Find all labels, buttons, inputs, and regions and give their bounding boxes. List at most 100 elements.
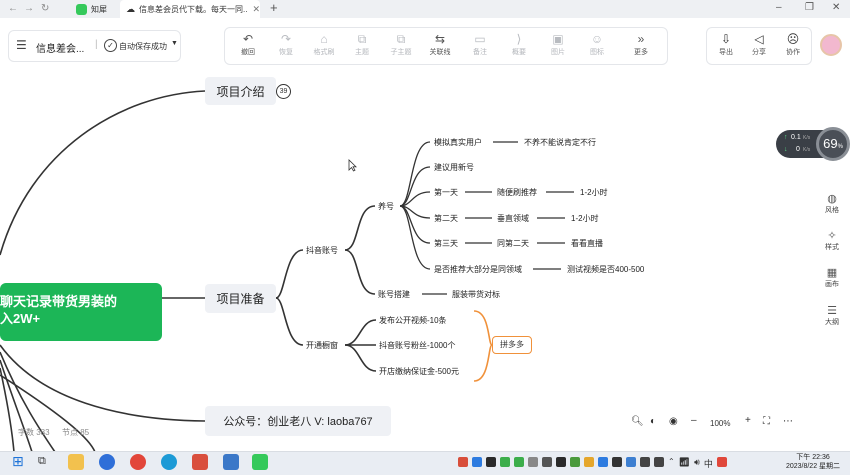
clock-time: 下午 22:36 — [796, 454, 830, 461]
side-palette-button[interactable]: ◍ 风格 — [815, 192, 849, 215]
tray-icon[interactable]: ⌃ — [668, 457, 675, 469]
node-fabu[interactable]: 发布公开视频-10条 — [379, 315, 447, 326]
chrome-icon[interactable] — [130, 454, 146, 470]
node-jianyi[interactable]: 建议用新号 — [434, 162, 474, 173]
tray-icon[interactable] — [584, 457, 594, 467]
node-day3-a[interactable]: 同第二天 — [497, 238, 529, 249]
zoom-controls: 🔍︎ ◐ ◉ – 100% + ⛶ ⋯ — [628, 414, 798, 434]
node-day3-b[interactable]: 看看直播 — [571, 238, 603, 249]
tray-icon[interactable] — [514, 457, 524, 467]
node-tuijian-note[interactable]: 测试视频是否400-500 — [567, 264, 644, 275]
collapsed-count-badge[interactable]: 39 — [276, 84, 291, 99]
app-icon[interactable] — [192, 454, 208, 470]
node-yanghao[interactable]: 养号 — [378, 201, 394, 212]
tray-icon[interactable] — [472, 457, 482, 467]
cpu-percent: 69 — [823, 136, 838, 151]
tray-icon[interactable] — [612, 457, 622, 467]
node-moni[interactable]: 模拟真实用户 — [434, 137, 482, 148]
style-icon: ✧ — [827, 230, 837, 242]
node-zhanghao[interactable]: 账号搭建 — [378, 289, 410, 300]
zhixi-app-icon[interactable] — [252, 454, 268, 470]
tray-icon[interactable] — [528, 457, 538, 467]
side-label: 风格 — [825, 207, 839, 214]
node-douyin[interactable]: 抖音账号 — [306, 245, 338, 256]
tray-icon[interactable] — [570, 457, 580, 467]
node-kaitong[interactable]: 开通橱窗 — [306, 340, 338, 351]
side-outline-button[interactable]: ☰ 大纲 — [815, 304, 849, 327]
tray-icon[interactable] — [542, 457, 552, 467]
tray-icon[interactable] — [458, 457, 468, 467]
palette-icon: ◍ — [827, 193, 837, 205]
clock-date: 2023/8/22 星期二 — [785, 463, 841, 470]
more-options-icon[interactable]: ⋯ — [783, 416, 793, 427]
theme-toggle-icon[interactable]: ◐ — [650, 416, 656, 427]
download-speed: 0 — [796, 146, 800, 153]
fit-screen-icon[interactable]: ⛶ — [763, 416, 770, 427]
node-count: 节点 85 — [62, 428, 90, 437]
volume-icon[interactable]: 🔊︎ — [694, 457, 700, 469]
tray-icon[interactable] — [640, 457, 650, 467]
download-arrow-icon: ↓ — [784, 146, 788, 153]
clock[interactable]: 下午 22:36 2023/8/22 星期二 — [778, 453, 848, 471]
windows-start-icon[interactable]: ⊞ — [12, 453, 24, 470]
network-widget: ↑ 0.1 K/s ↓ 0 K/s 69% — [776, 127, 850, 161]
wifi-icon[interactable]: 📶︎ — [679, 457, 690, 469]
locate-icon[interactable]: ◉ — [669, 416, 678, 427]
node-wechat[interactable]: 公众号：创业老八 V: laoba767 — [205, 406, 391, 436]
tray-icon[interactable] — [654, 457, 664, 467]
node-zhanghao-note[interactable]: 服装带货对标 — [452, 289, 500, 300]
search-icon[interactable]: 🔍︎ — [631, 416, 644, 427]
tray-icon[interactable] — [500, 457, 510, 467]
word-count: 字数 383 — [18, 428, 50, 437]
mouse-cursor-icon — [348, 159, 357, 172]
mindmap-connectors — [0, 90, 574, 453]
node-tuijian[interactable]: 是否推荐大部分是同领域 — [434, 264, 522, 275]
node-label: 项目准备 — [216, 292, 265, 306]
summary-label: 拼多多 — [500, 340, 524, 349]
side-style-button[interactable]: ✧ 样式 — [815, 229, 849, 252]
zoom-in-button[interactable]: + — [745, 415, 751, 426]
node-label: 公众号：创业老八 V: laoba767 — [223, 416, 373, 428]
node-day1-a[interactable]: 随便刷推荐 — [497, 187, 537, 198]
ie-browser-icon[interactable] — [99, 454, 115, 470]
sogou-icon[interactable] — [716, 457, 727, 467]
canvas-icon: ▦ — [826, 267, 838, 279]
bluetooth-icon[interactable] — [626, 457, 636, 467]
node-baozheng[interactable]: 开店缴纳保证金-500元 — [379, 366, 459, 377]
tray-icon[interactable] — [486, 457, 496, 467]
edge-icon[interactable] — [161, 454, 177, 470]
node-fensi[interactable]: 抖音账号粉丝-1000个 — [379, 340, 455, 351]
task-view-icon[interactable]: ⧉ — [38, 455, 46, 468]
node-prep[interactable]: 项目准备 — [205, 284, 276, 313]
root-node[interactable]: 聊天记录带货男装的 入2W+ — [0, 283, 162, 341]
node-day1[interactable]: 第一天 — [434, 187, 458, 198]
node-day2-b[interactable]: 1-2小时 — [571, 213, 599, 224]
node-label: 项目介绍 — [216, 84, 265, 99]
upload-unit: K/s — [803, 135, 811, 141]
upload-arrow-icon: ↑ — [784, 134, 788, 141]
side-label: 样式 — [825, 244, 839, 251]
outline-icon: ☰ — [827, 305, 837, 317]
node-intro[interactable]: 项目介绍 — [205, 77, 276, 105]
node-moni-note[interactable]: 不养不能说肯定不行 — [524, 137, 596, 148]
side-label: 画布 — [825, 281, 839, 288]
tray-icon[interactable] — [598, 457, 608, 467]
root-line1: 聊天记录带货男装的 — [0, 294, 118, 309]
ime-indicator[interactable]: 中 — [704, 457, 713, 469]
summary-node[interactable]: 拼多多 — [492, 336, 532, 354]
node-day2-a[interactable]: 垂直领域 — [497, 213, 529, 224]
node-day1-b[interactable]: 1-2小时 — [580, 187, 608, 198]
root-line2: 入2W+ — [0, 311, 41, 326]
cpu-gauge: 69% — [816, 127, 850, 161]
zoom-out-button[interactable]: – — [691, 415, 697, 426]
node-day2[interactable]: 第二天 — [434, 213, 458, 224]
node-day3[interactable]: 第三天 — [434, 238, 458, 249]
side-canvas-button[interactable]: ▦ 画布 — [815, 266, 849, 289]
system-tray: ⌃ 📶︎ 🔊︎ 中 — [458, 457, 758, 469]
zoom-level: 100% — [710, 419, 731, 428]
side-label: 大纲 — [825, 319, 839, 326]
download-unit: K/s — [803, 147, 811, 153]
file-explorer-icon[interactable] — [68, 454, 84, 470]
tray-icon[interactable] — [556, 457, 566, 467]
app-icon[interactable] — [223, 454, 239, 470]
